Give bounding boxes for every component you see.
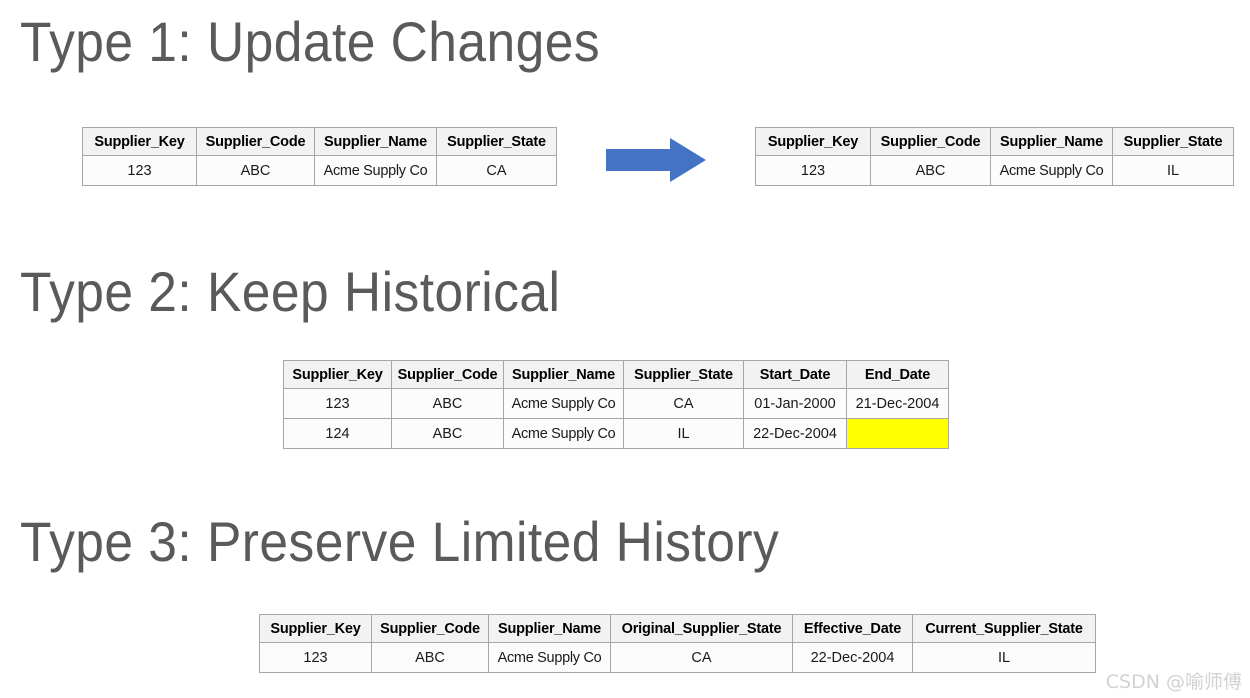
cell-supplier-key: 123 <box>259 642 372 673</box>
column-header-supplier-name: Supplier_Name <box>314 127 437 156</box>
cell-end-date: 21-Dec-2004 <box>846 388 949 419</box>
column-header-supplier-key: Supplier_Key <box>283 360 392 389</box>
cell-supplier-code: ABC <box>196 155 315 186</box>
column-header-supplier-code: Supplier_Code <box>391 360 504 389</box>
cell-effective-date: 22-Dec-2004 <box>792 642 913 673</box>
column-header-supplier-key: Supplier_Key <box>82 127 197 156</box>
table-row: 124 ABC Acme Supply Co IL 22-Dec-2004 <box>283 418 949 449</box>
column-header-current-supplier-state: Current_Supplier_State <box>912 614 1096 643</box>
cell-supplier-code: ABC <box>371 642 489 673</box>
cell-start-date: 01-Jan-2000 <box>743 388 847 419</box>
section-heading-type3: Type 3: Preserve Limited History <box>20 510 780 573</box>
cell-supplier-code: ABC <box>391 388 504 419</box>
column-header-original-supplier-state: Original_Supplier_State <box>610 614 793 643</box>
cell-supplier-name: Acme Supply Co <box>503 388 624 419</box>
column-header-supplier-key: Supplier_Key <box>755 127 871 156</box>
table-header-row: Supplier_Key Supplier_Code Supplier_Name… <box>755 127 1234 156</box>
table-type3-limited: Supplier_Key Supplier_Code Supplier_Name… <box>259 614 1096 673</box>
cell-supplier-name: Acme Supply Co <box>314 155 437 186</box>
cell-supplier-key: 123 <box>283 388 392 419</box>
column-header-supplier-state: Supplier_State <box>1112 127 1234 156</box>
cell-current-supplier-state: IL <box>912 642 1096 673</box>
column-header-supplier-code: Supplier_Code <box>371 614 489 643</box>
table-type1-before: Supplier_Key Supplier_Code Supplier_Name… <box>82 127 557 186</box>
column-header-supplier-state: Supplier_State <box>623 360 744 389</box>
column-header-supplier-name: Supplier_Name <box>503 360 624 389</box>
column-header-start-date: Start_Date <box>743 360 847 389</box>
column-header-supplier-name: Supplier_Name <box>488 614 611 643</box>
cell-supplier-name: Acme Supply Co <box>503 418 624 449</box>
cell-supplier-state: CA <box>623 388 744 419</box>
table-row: 123 ABC Acme Supply Co CA 01-Jan-2000 21… <box>283 388 949 419</box>
section-heading-type1: Type 1: Update Changes <box>20 10 601 73</box>
column-header-supplier-state: Supplier_State <box>436 127 557 156</box>
cell-original-supplier-state: CA <box>610 642 793 673</box>
cell-end-date-highlighted <box>846 418 949 449</box>
column-header-supplier-key: Supplier_Key <box>259 614 372 643</box>
table-header-row: Supplier_Key Supplier_Code Supplier_Name… <box>259 614 1096 643</box>
cell-supplier-key: 123 <box>82 155 197 186</box>
cell-supplier-name: Acme Supply Co <box>990 155 1113 186</box>
cell-supplier-code: ABC <box>870 155 991 186</box>
cell-supplier-name: Acme Supply Co <box>488 642 611 673</box>
cell-supplier-state: IL <box>1112 155 1234 186</box>
cell-supplier-key: 124 <box>283 418 392 449</box>
table-header-row: Supplier_Key Supplier_Code Supplier_Name… <box>82 127 557 156</box>
right-arrow-icon <box>606 138 706 182</box>
cell-supplier-state: CA <box>436 155 557 186</box>
section-heading-type2: Type 2: Keep Historical <box>20 260 561 323</box>
table-row: 123 ABC Acme Supply Co CA 22-Dec-2004 IL <box>259 642 1096 673</box>
cell-supplier-state: IL <box>623 418 744 449</box>
column-header-effective-date: Effective_Date <box>792 614 913 643</box>
table-type2-history: Supplier_Key Supplier_Code Supplier_Name… <box>283 360 949 449</box>
table-row: 123 ABC Acme Supply Co IL <box>755 155 1234 186</box>
table-header-row: Supplier_Key Supplier_Code Supplier_Name… <box>283 360 949 389</box>
csdn-watermark: CSDN @喻师傅 <box>1105 671 1242 693</box>
column-header-supplier-code: Supplier_Code <box>196 127 315 156</box>
cell-supplier-key: 123 <box>755 155 871 186</box>
column-header-supplier-name: Supplier_Name <box>990 127 1113 156</box>
cell-start-date: 22-Dec-2004 <box>743 418 847 449</box>
cell-supplier-code: ABC <box>391 418 504 449</box>
table-row: 123 ABC Acme Supply Co CA <box>82 155 557 186</box>
table-type1-after: Supplier_Key Supplier_Code Supplier_Name… <box>755 127 1234 186</box>
column-header-supplier-code: Supplier_Code <box>870 127 991 156</box>
column-header-end-date: End_Date <box>846 360 949 389</box>
